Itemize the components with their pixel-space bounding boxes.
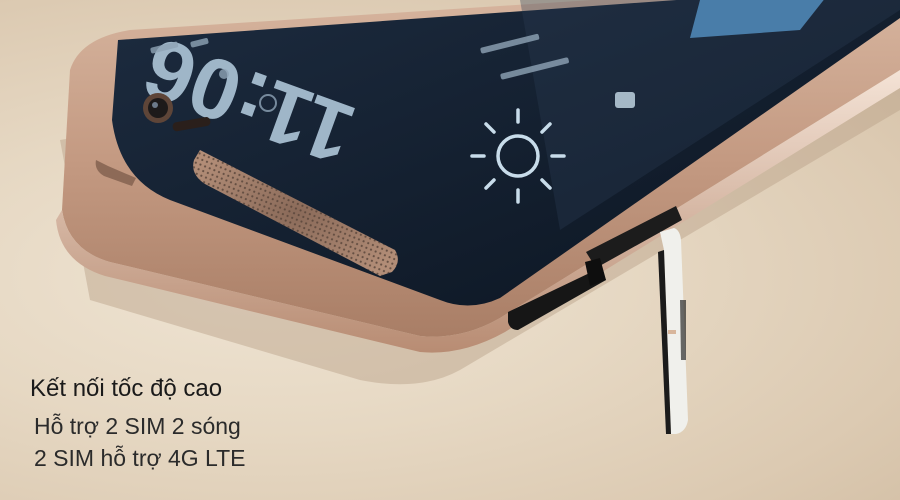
sim-ejector — [658, 228, 688, 434]
caption-title: Kết nối tốc độ cao — [30, 375, 223, 402]
screen-status-icon — [615, 92, 635, 108]
product-photo-scene: 11:06 Kết nối tốc độ cao Hỗ trợ 2 SIM 2 … — [0, 0, 900, 500]
caption-block: Kết nối tốc độ cao Hỗ trợ 2 SIM 2 sóng 2… — [30, 372, 410, 474]
front-camera — [143, 93, 173, 123]
caption-line-2: 2 SIM hỗ trợ 4G LTE — [34, 445, 246, 471]
caption-line-1: Hỗ trợ 2 SIM 2 sóng — [34, 413, 241, 439]
